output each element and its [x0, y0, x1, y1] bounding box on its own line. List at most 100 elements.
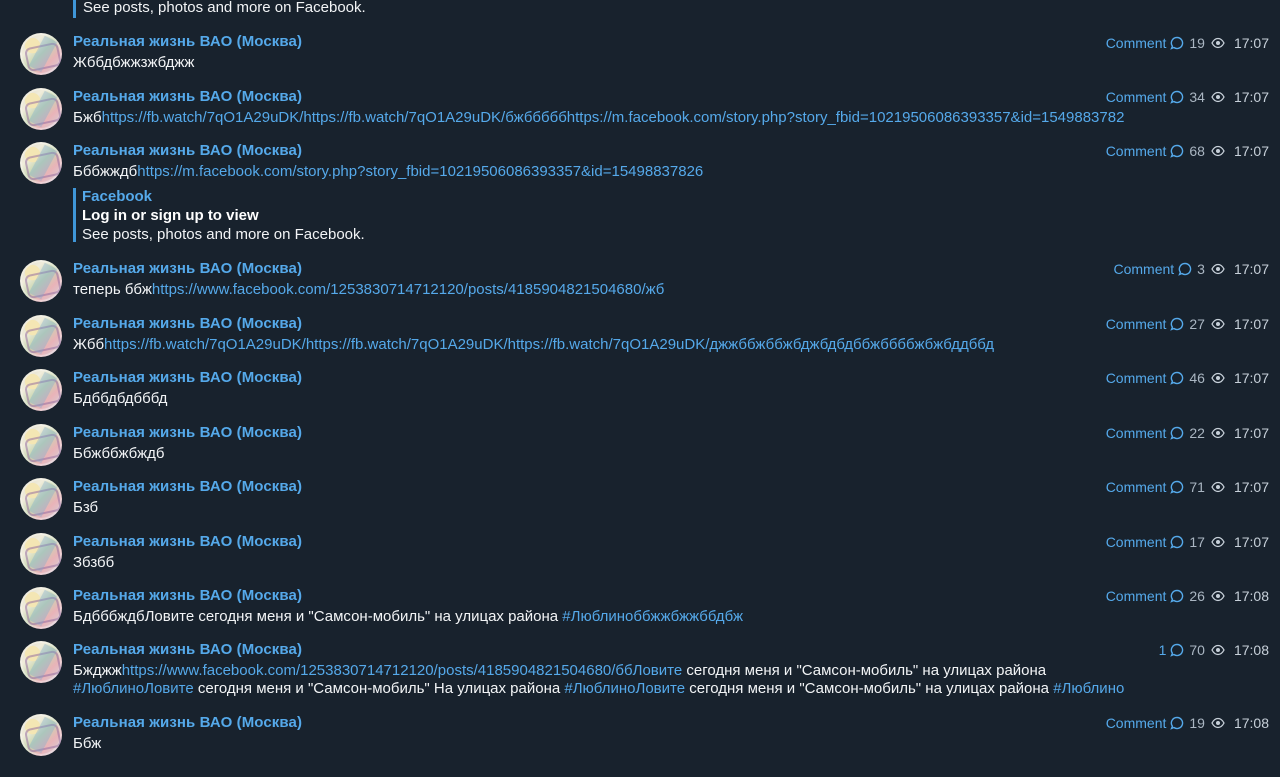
channel-name[interactable]: Реальная жизнь ВАО (Москва): [73, 641, 302, 659]
preview-site-name: Facebook: [82, 188, 153, 205]
message-link[interactable]: https://www.facebook.com/125383071471212…: [122, 662, 682, 679]
message-time: 17:08: [1233, 588, 1269, 604]
message-link[interactable]: https://m.facebook.com/story.php?story_f…: [137, 163, 703, 180]
comment-button[interactable]: Comment: [1106, 533, 1167, 551]
comment-bubble-icon[interactable]: [1170, 589, 1184, 603]
eye-icon: [1211, 318, 1225, 330]
channel-name[interactable]: Реальная жизнь ВАО (Москва): [73, 478, 302, 496]
channel-name[interactable]: Реальная жизнь ВАО (Москва): [73, 315, 302, 333]
view-count: 26: [1189, 588, 1205, 604]
link-preview-quote[interactable]: Facebook Log in or sign up to view See p…: [73, 188, 365, 243]
comment-button[interactable]: Comment: [1106, 587, 1167, 605]
eye-icon: [1211, 372, 1225, 384]
message-body: Ббж: [73, 735, 102, 752]
comment-bubble-icon[interactable]: [1170, 144, 1184, 158]
channel-avatar[interactable]: [20, 533, 62, 575]
message-link[interactable]: https://fb.watch/7qO1A29uDK/https://fb.w…: [102, 109, 1125, 126]
message-text: Жббдбжжзжбджж: [73, 54, 194, 72]
comment-bubble-icon[interactable]: [1170, 643, 1184, 657]
channel-avatar[interactable]: [20, 641, 62, 683]
message-meta: Comment 26 17:08: [1106, 587, 1269, 605]
preview-description: See posts, photos and more on Facebook.: [82, 226, 365, 243]
comment-bubble-icon[interactable]: [1170, 480, 1184, 494]
eye-icon: [1211, 427, 1225, 439]
message-meta: Comment 3 17:07: [1113, 260, 1269, 278]
view-count: 68: [1189, 143, 1205, 159]
channel-avatar[interactable]: [20, 142, 62, 184]
comment-bubble-icon[interactable]: [1170, 716, 1184, 730]
comment-button[interactable]: Comment: [1106, 369, 1167, 387]
message-body: Ббжббжбждб: [73, 445, 165, 462]
message-text: БдбббждбЛовите сегодня меня и "Самсон-мо…: [73, 608, 743, 626]
message-text-line2: #ЛюблиноЛовите сегодня меня и "Самсон-мо…: [73, 680, 1124, 698]
comment-button[interactable]: Comment: [1106, 142, 1167, 160]
message-meta: Comment 22 17:07: [1106, 424, 1269, 442]
comment-bubble-icon[interactable]: [1170, 90, 1184, 104]
view-count: 17: [1189, 534, 1205, 550]
message-text: Бжбhttps://fb.watch/7qO1A29uDK/https://f…: [73, 109, 1124, 127]
comment-bubble-icon[interactable]: [1170, 535, 1184, 549]
message-text: Жббhttps://fb.watch/7qO1A29uDK/https://f…: [73, 336, 994, 354]
channel-avatar[interactable]: [20, 260, 62, 302]
link-preview-quote[interactable]: See posts, photos and more on Facebook.: [73, 0, 366, 18]
message-meta: Comment 17 17:07: [1106, 533, 1269, 551]
comment-button[interactable]: Comment: [1106, 478, 1167, 496]
comment-button[interactable]: Comment: [1106, 88, 1167, 106]
channel-name[interactable]: Реальная жизнь ВАО (Москва): [73, 33, 302, 51]
comment-button[interactable]: Comment: [1106, 424, 1167, 442]
hashtag-link[interactable]: #ЛюблиноЛовите: [564, 680, 685, 697]
message-time: 17:07: [1233, 143, 1269, 159]
eye-icon: [1211, 590, 1225, 602]
channel-name[interactable]: Реальная жизнь ВАО (Москва): [73, 260, 302, 278]
message-body: Жбб: [73, 336, 105, 353]
eye-icon: [1211, 145, 1225, 157]
eye-icon: [1211, 717, 1225, 729]
message-meta: Comment 19 17:07: [1106, 34, 1269, 52]
message-body: Жббдбжжзжбджж: [73, 54, 195, 71]
eye-icon: [1211, 37, 1225, 49]
channel-avatar[interactable]: [20, 714, 62, 756]
comment-bubble-icon[interactable]: [1170, 36, 1184, 50]
comment-bubble-icon[interactable]: [1170, 426, 1184, 440]
channel-name[interactable]: Реальная жизнь ВАО (Москва): [73, 424, 302, 442]
comment-button[interactable]: Comment: [1113, 260, 1174, 278]
channel-name[interactable]: Реальная жизнь ВАО (Москва): [73, 369, 302, 387]
message-body: Бжджж: [73, 662, 122, 679]
comment-bubble-icon[interactable]: [1170, 371, 1184, 385]
message-meta: Comment 71 17:07: [1106, 478, 1269, 496]
channel-avatar[interactable]: [20, 369, 62, 411]
view-count: 3: [1197, 261, 1205, 277]
channel-avatar[interactable]: [20, 33, 62, 75]
comment-bubble-icon[interactable]: [1170, 317, 1184, 331]
message-link[interactable]: https://fb.watch/7qO1A29uDK/https://fb.w…: [104, 336, 994, 353]
view-count: 27: [1189, 316, 1205, 332]
channel-avatar[interactable]: [20, 478, 62, 520]
channel-avatar[interactable]: [20, 587, 62, 629]
comment-count-button[interactable]: 1: [1159, 641, 1167, 659]
message-link[interactable]: https://www.facebook.com/125383071471212…: [152, 281, 665, 298]
hashtag-link[interactable]: #ЛюблиноЛовите: [73, 680, 194, 697]
comment-button[interactable]: Comment: [1106, 714, 1167, 732]
message-meta: Comment 19 17:08: [1106, 714, 1269, 732]
message-time: 17:07: [1233, 261, 1269, 277]
eye-icon: [1211, 263, 1225, 275]
message-text: Ббж: [73, 735, 101, 753]
comment-button[interactable]: Comment: [1106, 34, 1167, 52]
message-time: 17:08: [1233, 715, 1269, 731]
channel-avatar[interactable]: [20, 424, 62, 466]
hashtag-link[interactable]: #Люблино: [1053, 680, 1124, 697]
channel-name[interactable]: Реальная жизнь ВАО (Москва): [73, 533, 302, 551]
channel-name[interactable]: Реальная жизнь ВАО (Москва): [73, 142, 302, 160]
comment-bubble-icon[interactable]: [1178, 262, 1192, 276]
channel-avatar[interactable]: [20, 88, 62, 130]
hashtag-link[interactable]: #Люблиноббжжбжжббдбж: [562, 608, 743, 625]
message-text: Бзб: [73, 499, 98, 517]
message-body: Бзб: [73, 499, 99, 516]
channel-avatar[interactable]: [20, 315, 62, 357]
message-time: 17:08: [1233, 642, 1269, 658]
channel-name[interactable]: Реальная жизнь ВАО (Москва): [73, 714, 302, 732]
channel-name[interactable]: Реальная жизнь ВАО (Москва): [73, 88, 302, 106]
comment-button[interactable]: Comment: [1106, 315, 1167, 333]
channel-name[interactable]: Реальная жизнь ВАО (Москва): [73, 587, 302, 605]
eye-icon: [1211, 644, 1225, 656]
